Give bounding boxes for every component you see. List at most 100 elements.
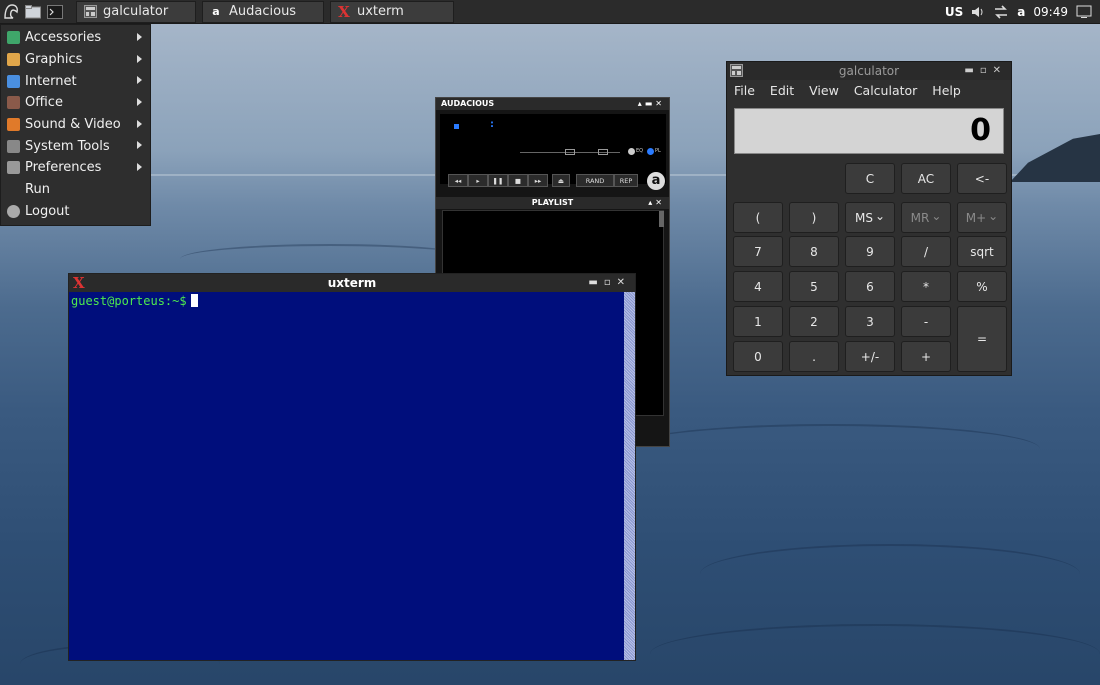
menu-item-sound-video[interactable]: Sound & Video — [1, 114, 150, 136]
eject-button[interactable]: ⏏ — [552, 174, 570, 187]
volume-knob[interactable] — [565, 149, 575, 155]
keyboard-layout-indicator[interactable]: US — [945, 5, 963, 19]
menu-item-label: Graphics — [25, 52, 83, 68]
menu-item-preferences[interactable]: Preferences — [1, 157, 150, 179]
audacious-titlebar[interactable]: AUDACIOUS ▴▬✕ — [436, 98, 669, 110]
menu-item-system-tools[interactable]: System Tools — [1, 135, 150, 157]
menu-edit[interactable]: Edit — [770, 83, 794, 98]
playlist-window-buttons[interactable]: ▴✕ — [648, 197, 665, 209]
terminal-launcher[interactable] — [44, 1, 66, 23]
eq-toggle[interactable] — [628, 148, 635, 155]
menu-item-office[interactable]: Office — [1, 92, 150, 114]
terminal-prompt-line[interactable]: guest@porteus:~$ — [71, 294, 198, 308]
audacious-window-buttons[interactable]: ▴▬✕ — [638, 98, 665, 110]
next-button[interactable]: ▸▸ — [528, 174, 548, 187]
menu-file[interactable]: File — [734, 83, 755, 98]
repeat-button[interactable]: REP — [614, 174, 638, 187]
key-label: 5 — [810, 279, 818, 294]
menu-item-icon — [7, 139, 20, 153]
key-mplus[interactable]: M+ ⌄ — [957, 202, 1007, 233]
menu-item-icon — [7, 31, 20, 45]
key-d2[interactable]: 2 — [789, 306, 839, 337]
shuffle-button[interactable]: RAND — [576, 174, 614, 187]
uxterm-titlebar[interactable]: X uxterm ▬▫✕ — [69, 274, 635, 292]
key-pct[interactable]: % — [957, 271, 1007, 302]
key-d1[interactable]: 1 — [733, 306, 783, 337]
balance-knob[interactable] — [598, 149, 608, 155]
key-d6[interactable]: 6 — [845, 271, 895, 302]
volume-slider[interactable] — [520, 152, 590, 153]
menu-launcher-button[interactable] — [0, 1, 22, 23]
menu-calculator[interactable]: Calculator — [854, 83, 917, 98]
file-manager-launcher[interactable] — [22, 1, 44, 23]
galculator-window: galculator ▬▫✕ File Edit View Calculator Hel… — [726, 61, 1012, 376]
network-icon[interactable] — [993, 5, 1009, 19]
key-d8[interactable]: 8 — [789, 236, 839, 267]
show-desktop-icon[interactable] — [1076, 5, 1092, 19]
chevron-down-icon: ⌄ — [931, 208, 942, 223]
volume-icon[interactable] — [971, 5, 985, 19]
key-d4[interactable]: 4 — [733, 271, 783, 302]
clock[interactable]: 09:49 — [1033, 5, 1068, 19]
menu-item-run[interactable]: Run — [1, 179, 150, 201]
menu-item-label: System Tools — [25, 138, 110, 154]
menu-item-internet[interactable]: Internet — [1, 70, 150, 92]
key-label: / — [923, 244, 929, 259]
menu-help[interactable]: Help — [932, 83, 961, 98]
terminal-scrollbar[interactable] — [624, 292, 635, 660]
menu-item-logout[interactable]: Logout — [1, 201, 150, 223]
menu-item-accessories[interactable]: Accessories — [1, 27, 150, 49]
key-d0[interactable]: 0 — [733, 341, 783, 372]
key-mr[interactable]: MR ⌄ — [901, 202, 951, 233]
menu-item-label: Preferences — [25, 160, 102, 176]
menu-view[interactable]: View — [809, 83, 839, 98]
key-d5[interactable]: 5 — [789, 271, 839, 302]
key-sign[interactable]: +/- — [845, 341, 895, 372]
uxterm-title: uxterm — [327, 276, 377, 290]
key-sqrt[interactable]: sqrt — [957, 236, 1007, 267]
key-backspace[interactable]: <- — [957, 163, 1007, 194]
key-paren_open[interactable]: ( — [733, 202, 783, 233]
key-d7[interactable]: 7 — [733, 236, 783, 267]
key-ac[interactable]: AC — [901, 163, 951, 194]
start-menu: Accessories Graphics Internet Office Sound &… — [0, 24, 151, 226]
stop-button[interactable]: ■ — [508, 174, 528, 187]
key-mul[interactable]: * — [901, 271, 951, 302]
galculator-window-buttons[interactable]: ▬▫✕ — [964, 62, 1007, 80]
audacious-icon: a — [212, 5, 220, 18]
audacious-title: AUDACIOUS — [441, 99, 495, 108]
galculator-titlebar[interactable]: galculator ▬▫✕ — [727, 62, 1011, 80]
pause-button[interactable]: ❚❚ — [488, 174, 508, 187]
chevron-down-icon: ⌄ — [874, 208, 886, 223]
task-galculator[interactable]: galculator — [76, 0, 196, 23]
submenu-arrow-icon — [137, 33, 142, 41]
key-d3[interactable]: 3 — [845, 306, 895, 337]
playlist-scrollbar[interactable] — [659, 211, 664, 227]
menu-item-icon — [7, 74, 20, 88]
menu-item-graphics[interactable]: Graphics — [1, 49, 150, 71]
key-label: 8 — [810, 244, 818, 259]
uxterm-window-buttons[interactable]: ▬▫✕ — [588, 274, 631, 292]
key-dot[interactable]: . — [789, 341, 839, 372]
submenu-arrow-icon — [137, 98, 142, 107]
audacious-logo-icon[interactable]: a — [647, 172, 665, 190]
task-uxterm[interactable]: X uxterm — [330, 0, 454, 23]
pl-toggle[interactable] — [647, 148, 654, 155]
shell-prompt: guest@porteus:~$ — [71, 294, 187, 308]
key-label: 3 — [866, 314, 874, 329]
key-sub[interactable]: - — [901, 306, 951, 337]
key-eq[interactable]: = — [957, 306, 1007, 372]
key-div[interactable]: / — [901, 236, 951, 267]
previous-button[interactable]: ◂◂ — [448, 174, 468, 187]
terminal-icon — [47, 4, 63, 19]
play-button[interactable]: ▸ — [468, 174, 488, 187]
key-ms[interactable]: MS ⌄ — [845, 202, 895, 233]
key-paren_close[interactable]: ) — [789, 202, 839, 233]
key-c[interactable]: C — [845, 163, 895, 194]
task-audacious[interactable]: a Audacious — [202, 0, 324, 23]
audacious-tray-icon[interactable]: a — [1017, 5, 1025, 19]
key-label: <- — [974, 171, 990, 186]
playlist-titlebar[interactable]: PLAYLIST ▴✕ — [436, 197, 669, 209]
key-add[interactable]: + — [901, 341, 951, 372]
key-d9[interactable]: 9 — [845, 236, 895, 267]
